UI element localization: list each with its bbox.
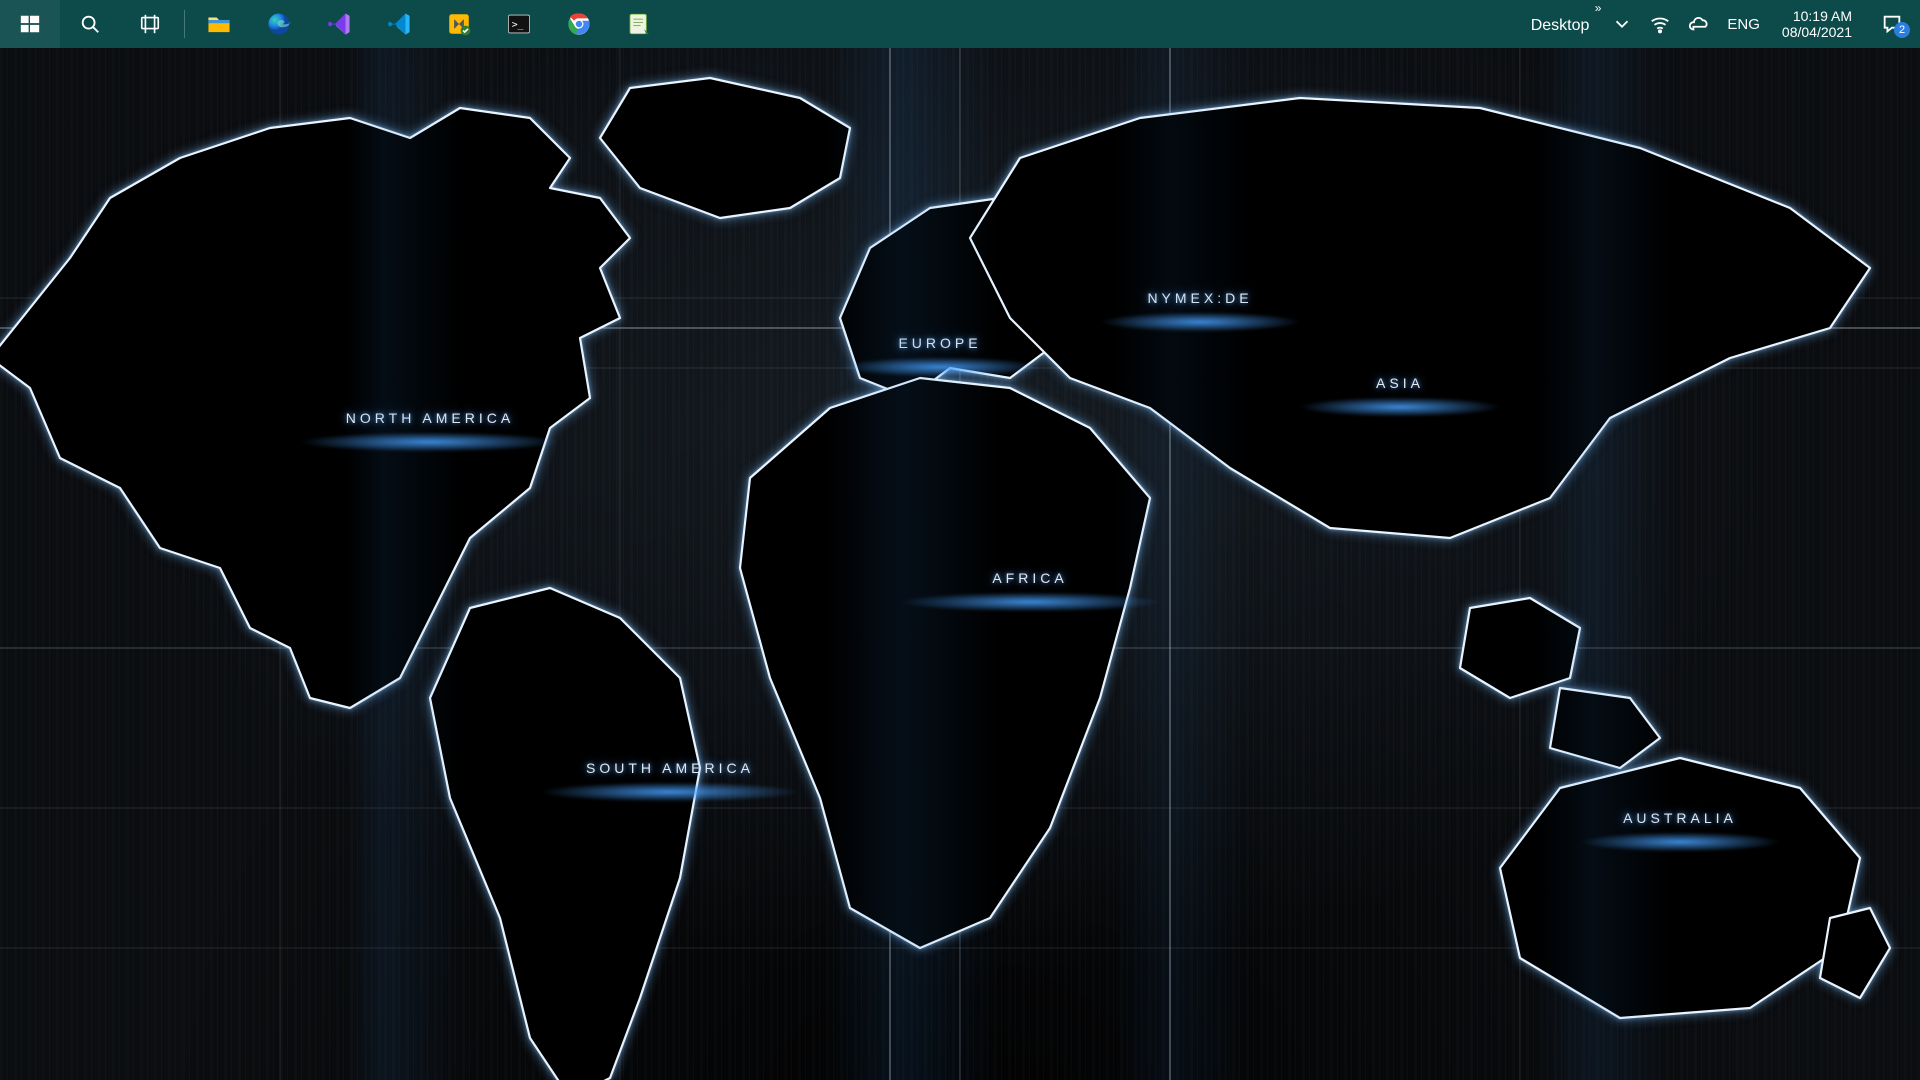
taskbar: >_ Desktop »: [0, 0, 1920, 48]
tray-onedrive[interactable]: [1679, 0, 1717, 48]
taskbar-vscode[interactable]: [369, 0, 429, 48]
action-center-button[interactable]: 2: [1864, 0, 1920, 48]
chevron-down-icon: [1611, 13, 1633, 35]
vs-installer-icon: [446, 11, 472, 37]
world-map: [0, 48, 1920, 1080]
svg-text:>_: >_: [512, 19, 524, 30]
taskbar-chrome-canary[interactable]: [549, 0, 609, 48]
taskbar-vs-installer[interactable]: [429, 0, 489, 48]
task-view-icon: [139, 13, 161, 35]
system-tray: ENG 10:19 AM 08/04/2021 2: [1603, 0, 1920, 48]
start-button[interactable]: [0, 0, 60, 48]
search-button[interactable]: [60, 0, 120, 48]
clock-date: 08/04/2021: [1782, 24, 1852, 40]
visual-studio-icon: [326, 11, 352, 37]
command-prompt-icon: >_: [506, 11, 532, 37]
chrome-canary-icon: [566, 11, 592, 37]
taskbar-clock[interactable]: 10:19 AM 08/04/2021: [1770, 0, 1864, 48]
wifi-icon: [1649, 13, 1671, 35]
notepadpp-icon: [626, 11, 652, 37]
taskbar-visual-studio[interactable]: [309, 0, 369, 48]
taskbar-edge[interactable]: [249, 0, 309, 48]
tray-overflow-button[interactable]: [1603, 0, 1641, 48]
task-view-button[interactable]: [120, 0, 180, 48]
taskbar-command-prompt[interactable]: >_: [489, 0, 549, 48]
taskbar-file-explorer[interactable]: [189, 0, 249, 48]
clock-time: 10:19 AM: [1782, 8, 1852, 24]
taskbar-right: Desktop » ENG 10:19 AM 08/: [1517, 0, 1920, 48]
windows-icon: [19, 13, 41, 35]
desktop-toolbar[interactable]: Desktop »: [1517, 0, 1604, 48]
edge-icon: [266, 11, 292, 37]
desktop-toolbar-label: Desktop: [1531, 17, 1590, 35]
taskbar-notepadpp[interactable]: [609, 0, 669, 48]
pinned-apps: >_: [189, 0, 669, 48]
vscode-icon: [386, 11, 412, 37]
taskbar-left: >_: [0, 0, 669, 48]
notification-badge: 2: [1894, 22, 1910, 38]
search-icon: [79, 13, 101, 35]
file-explorer-icon: [206, 11, 232, 37]
desktop[interactable]: NORTH AMERICA SOUTH AMERICA EUROPE AFRIC…: [0, 48, 1920, 1080]
chevron-double-right-icon: »: [1595, 2, 1602, 14]
tray-wifi[interactable]: [1641, 0, 1679, 48]
cloud-icon: [1687, 13, 1709, 35]
language-indicator[interactable]: ENG: [1717, 0, 1770, 48]
taskbar-separator: [184, 10, 185, 38]
